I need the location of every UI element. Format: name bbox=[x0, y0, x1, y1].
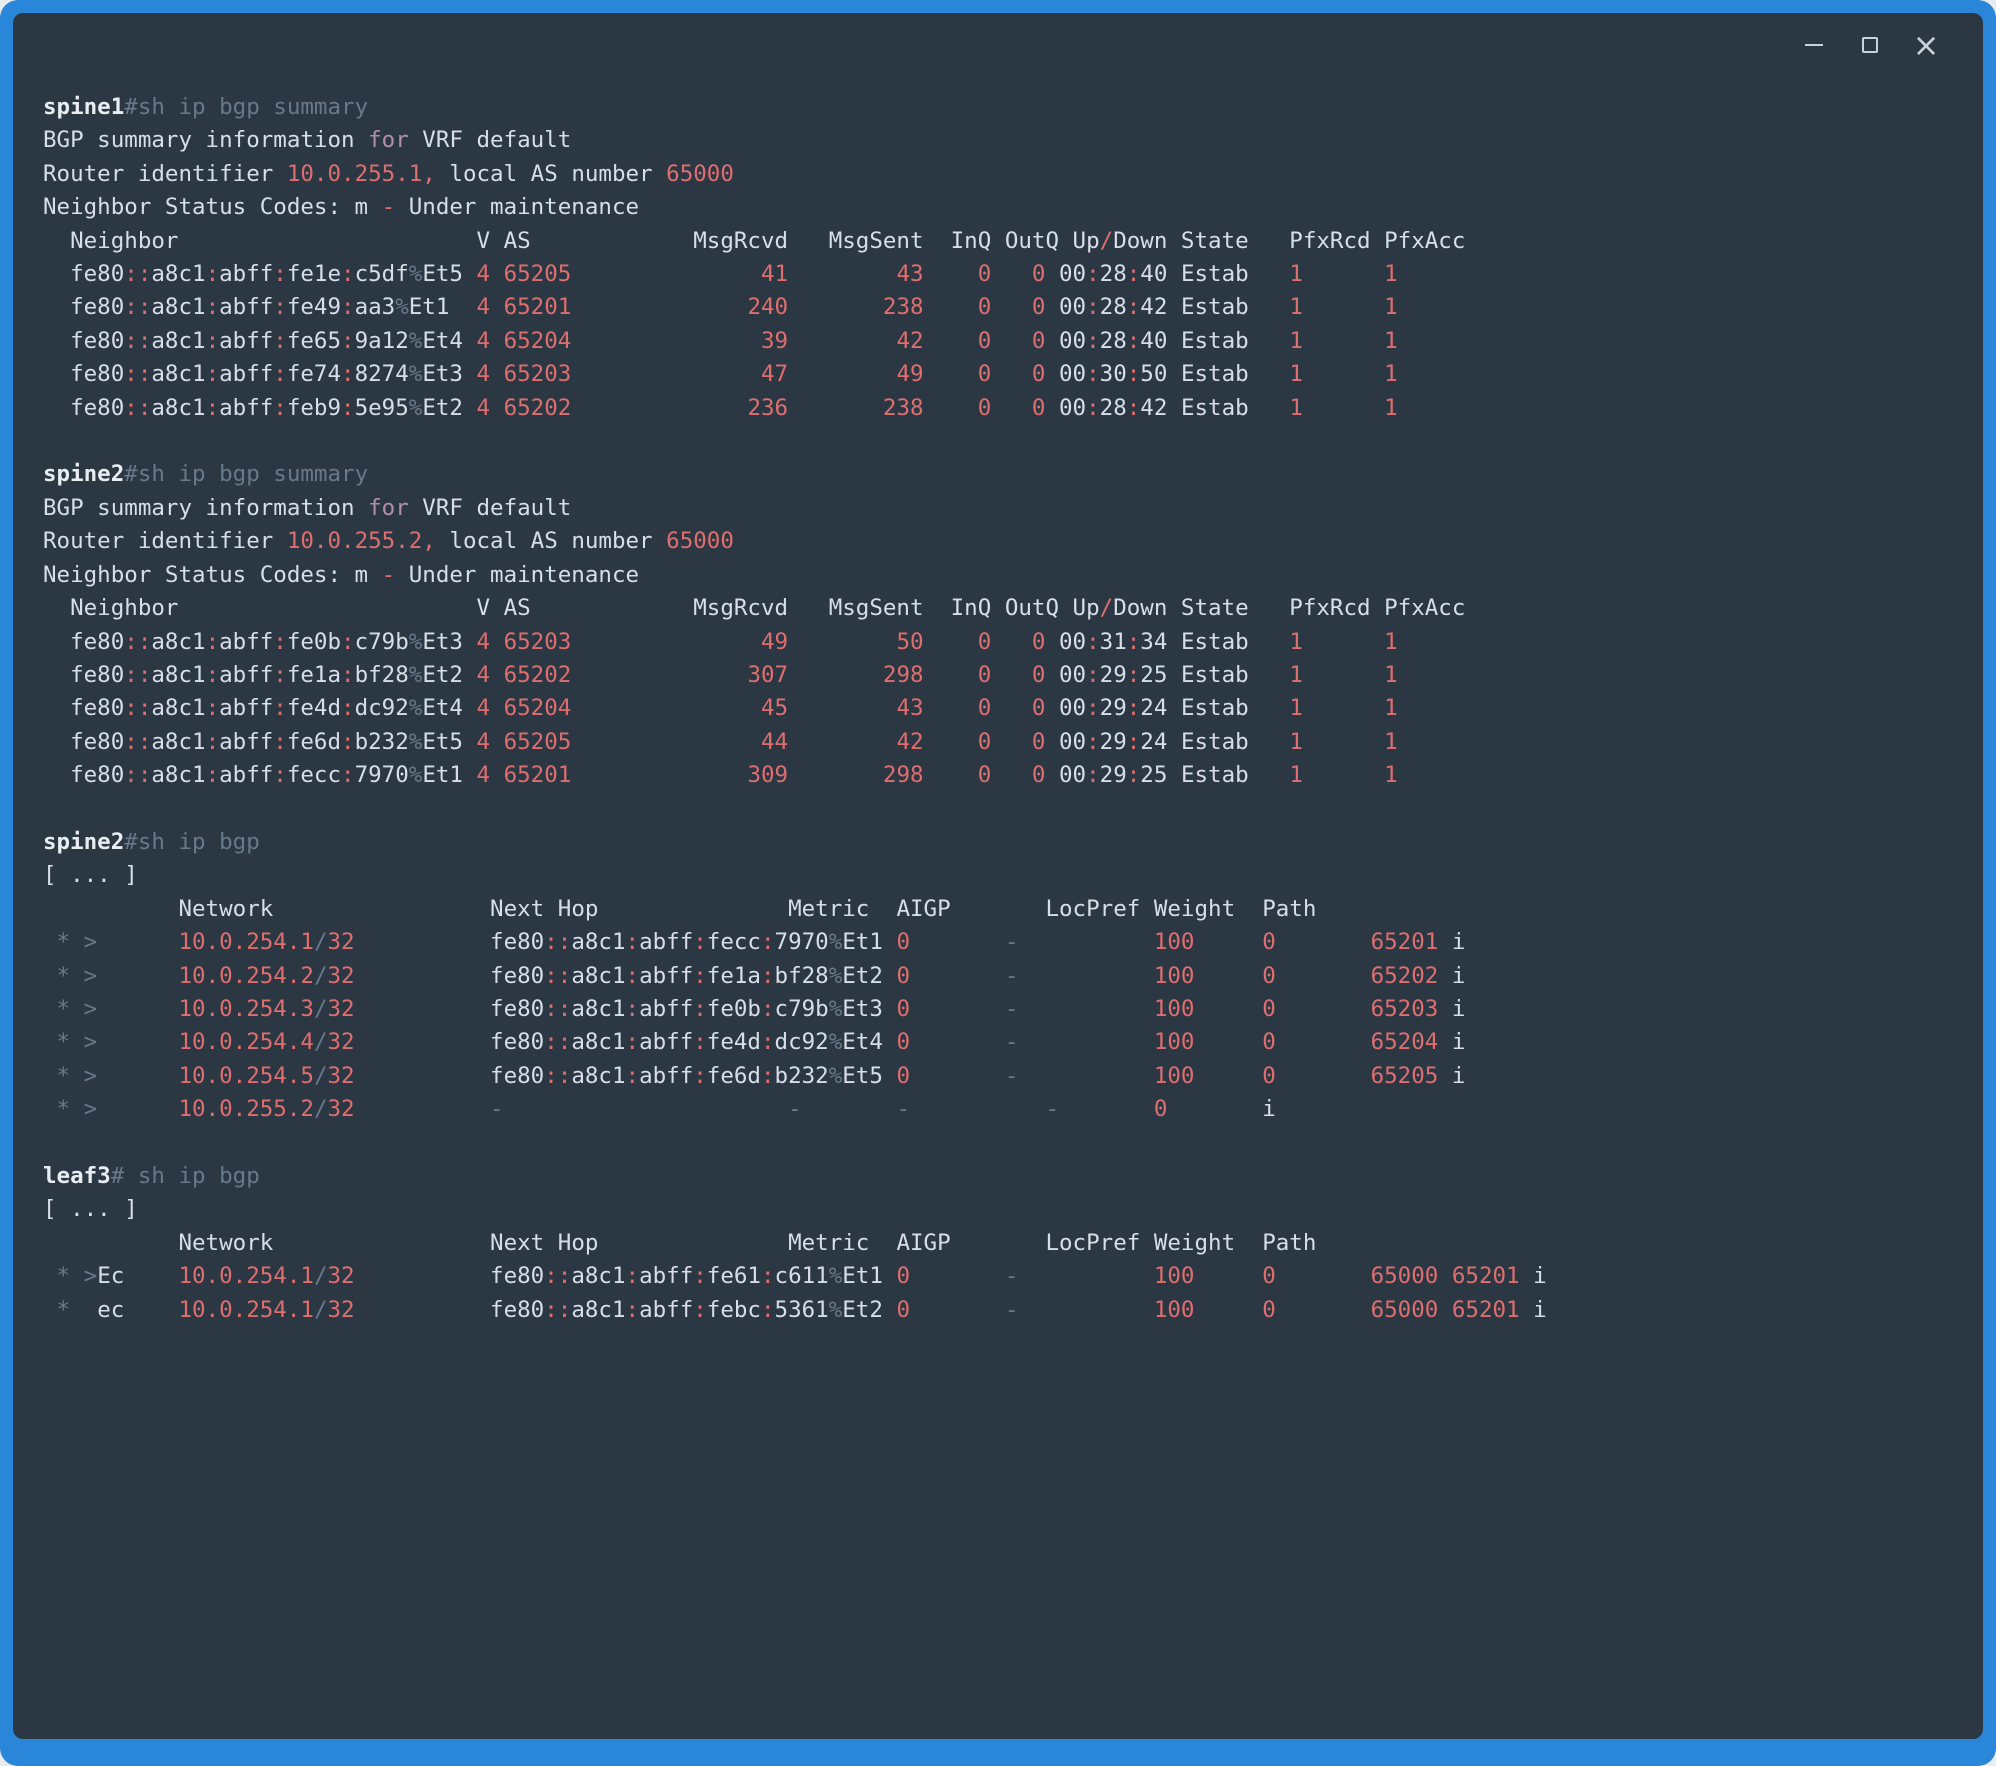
terminal-line bbox=[43, 793, 1973, 826]
terminal-line: fe80::a8c1:abff:fecc:7970%Et1 4 65201 30… bbox=[43, 759, 1973, 792]
terminal-line: fe80::a8c1:abff:fe4d:dc92%Et4 4 65204 45… bbox=[43, 692, 1973, 725]
terminal-line: BGP summary information for VRF default bbox=[43, 492, 1973, 525]
terminal-line: Neighbor Status Codes: m - Under mainten… bbox=[43, 191, 1973, 224]
terminal-line: * > 10.0.254.1/32 fe80::a8c1:abff:fecc:7… bbox=[43, 926, 1973, 959]
terminal-line: fe80::a8c1:abff:fe6d:b232%Et5 4 65205 44… bbox=[43, 726, 1973, 759]
terminal-line: fe80::a8c1:abff:fe74:8274%Et3 4 65203 47… bbox=[43, 358, 1973, 391]
close-button[interactable]: × bbox=[1911, 30, 1941, 60]
terminal-line: Neighbor V AS MsgRcvd MsgSent InQ OutQ U… bbox=[43, 592, 1973, 625]
terminal-line: * > 10.0.254.5/32 fe80::a8c1:abff:fe6d:b… bbox=[43, 1060, 1973, 1093]
terminal-line: * > 10.0.254.3/32 fe80::a8c1:abff:fe0b:c… bbox=[43, 993, 1973, 1026]
maximize-icon bbox=[1862, 37, 1878, 53]
terminal-line: Neighbor V AS MsgRcvd MsgSent InQ OutQ U… bbox=[43, 225, 1973, 258]
terminal-window: × spine1#sh ip bgp summaryBGP summary in… bbox=[13, 13, 1983, 1739]
terminal-line: * > 10.0.254.4/32 fe80::a8c1:abff:fe4d:d… bbox=[43, 1026, 1973, 1059]
window-frame: × spine1#sh ip bgp summaryBGP summary in… bbox=[0, 0, 1996, 1766]
terminal-line: Network Next Hop Metric AIGP LocPref Wei… bbox=[43, 1227, 1973, 1260]
terminal-line bbox=[43, 425, 1973, 458]
minimize-icon bbox=[1805, 44, 1823, 46]
terminal-line bbox=[43, 1127, 1973, 1160]
terminal-line: [ ... ] bbox=[43, 859, 1973, 892]
terminal-line: * > 10.0.254.2/32 fe80::a8c1:abff:fe1a:b… bbox=[43, 960, 1973, 993]
titlebar: × bbox=[13, 13, 1983, 77]
terminal-line: fe80::a8c1:abff:fe1e:c5df%Et5 4 65205 41… bbox=[43, 258, 1973, 291]
terminal-line: Neighbor Status Codes: m - Under mainten… bbox=[43, 559, 1973, 592]
terminal-line: Router identifier 10.0.255.2, local AS n… bbox=[43, 525, 1973, 558]
terminal-line: fe80::a8c1:abff:feb9:5e95%Et2 4 65202 23… bbox=[43, 392, 1973, 425]
terminal-line: fe80::a8c1:abff:fe1a:bf28%Et2 4 65202 30… bbox=[43, 659, 1973, 692]
terminal-line: Network Next Hop Metric AIGP LocPref Wei… bbox=[43, 893, 1973, 926]
terminal-line: fe80::a8c1:abff:fe0b:c79b%Et3 4 65203 49… bbox=[43, 626, 1973, 659]
terminal-output: spine1#sh ip bgp summaryBGP summary info… bbox=[13, 77, 1983, 1739]
terminal-line: spine2#sh ip bgp bbox=[43, 826, 1973, 859]
terminal-line: Router identifier 10.0.255.1, local AS n… bbox=[43, 158, 1973, 191]
terminal-line: [ ... ] bbox=[43, 1193, 1973, 1226]
close-icon: × bbox=[1913, 29, 1940, 61]
terminal-line: fe80::a8c1:abff:fe65:9a12%Et4 4 65204 39… bbox=[43, 325, 1973, 358]
terminal-line: fe80::a8c1:abff:fe49:aa3%Et1 4 65201 240… bbox=[43, 291, 1973, 324]
terminal-line: leaf3# sh ip bgp bbox=[43, 1160, 1973, 1193]
terminal-line: * > 10.0.255.2/32 - - - - 0 i bbox=[43, 1093, 1973, 1126]
maximize-button[interactable] bbox=[1855, 30, 1885, 60]
terminal-line: * >Ec 10.0.254.1/32 fe80::a8c1:abff:fe61… bbox=[43, 1260, 1973, 1293]
terminal-line: spine2#sh ip bgp summary bbox=[43, 458, 1973, 491]
terminal-line: * ec 10.0.254.1/32 fe80::a8c1:abff:febc:… bbox=[43, 1294, 1973, 1327]
minimize-button[interactable] bbox=[1799, 30, 1829, 60]
terminal-line: BGP summary information for VRF default bbox=[43, 124, 1973, 157]
terminal-line: spine1#sh ip bgp summary bbox=[43, 91, 1973, 124]
